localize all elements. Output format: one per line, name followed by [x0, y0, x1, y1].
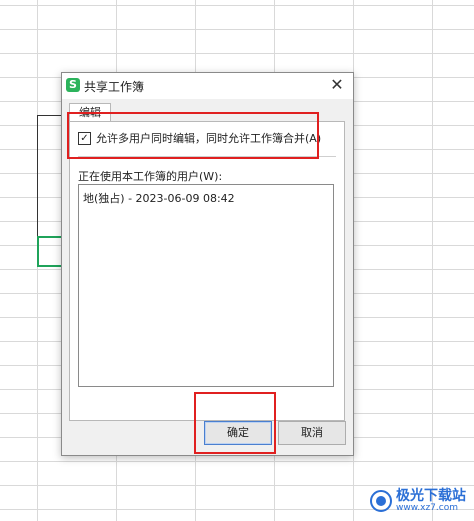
watermark-logo-icon: [370, 489, 392, 512]
checkbox-highlight-box: [67, 112, 319, 159]
cancel-button[interactable]: 取消: [278, 421, 346, 445]
list-item[interactable]: 地(独占) - 2023-06-09 08:42: [83, 190, 235, 206]
ok-button-highlight-box: [194, 392, 276, 454]
watermark-url: www.xz7.com: [396, 502, 458, 513]
users-list[interactable]: 地(独占) - 2023-06-09 08:42: [78, 184, 334, 387]
watermark-title: 极光下载站: [396, 487, 466, 504]
close-icon[interactable]: ✕: [327, 75, 347, 95]
wps-app-icon: S: [66, 78, 80, 92]
dialog-titlebar: S 共享工作簿 ✕: [62, 73, 353, 99]
tab-panel-edit: ✓ 允许多用户同时编辑，同时允许工作簿合并(A) 正在使用本工作簿的用户(W):…: [69, 121, 345, 421]
users-list-label: 正在使用本工作簿的用户(W):: [78, 170, 223, 183]
watermark: 极光下载站 www.xz7.com: [370, 489, 466, 513]
dialog-title: 共享工作簿: [84, 80, 145, 94]
